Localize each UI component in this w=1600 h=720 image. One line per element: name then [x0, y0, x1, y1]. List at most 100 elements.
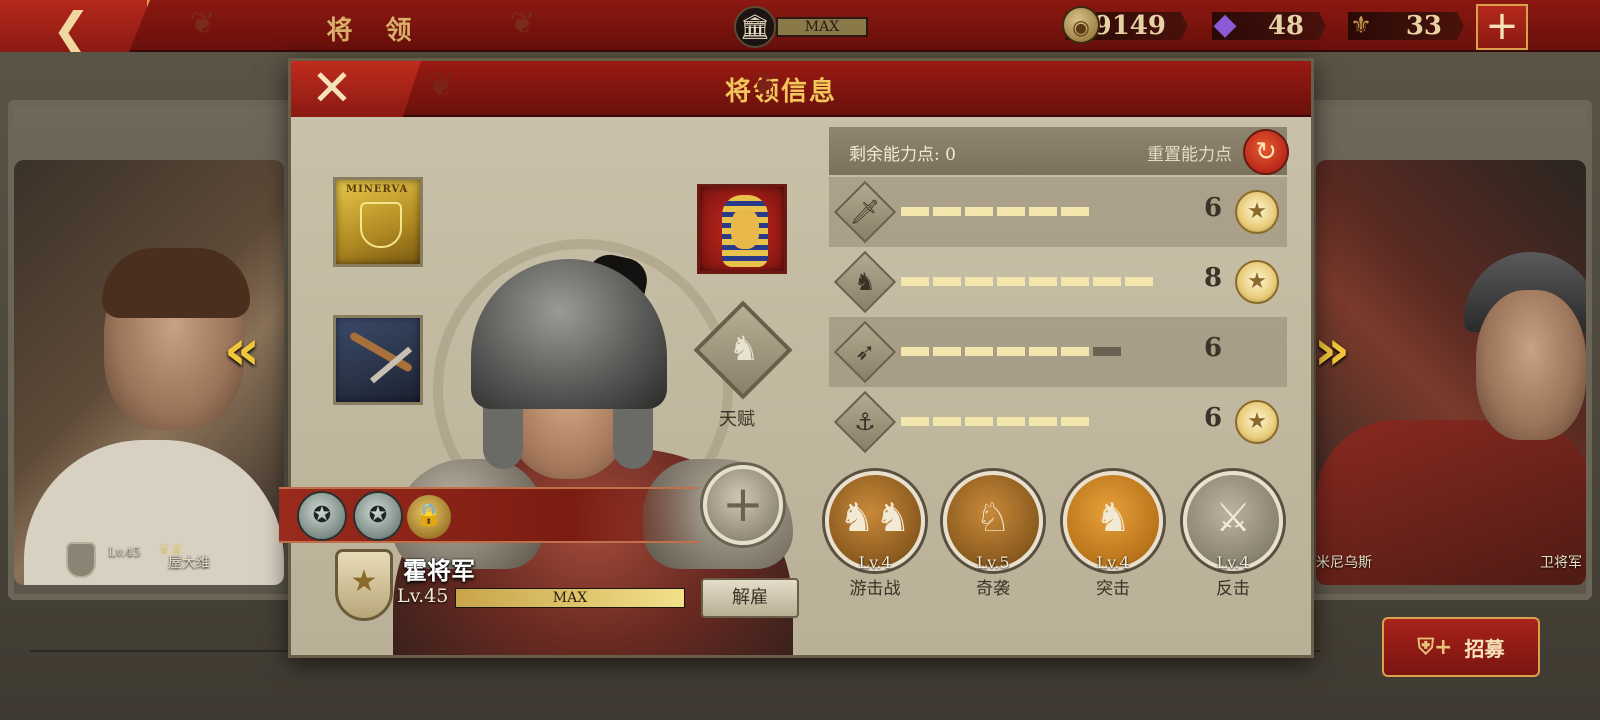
stat-bar-segment [965, 207, 993, 216]
stat-row: 🗡 6 ★ [829, 177, 1287, 247]
stat-bar-segment [1061, 417, 1089, 426]
back-button[interactable]: ❮ [0, 0, 150, 52]
stat-bar-segment [1061, 347, 1089, 356]
exp-bar: MAX [455, 588, 685, 608]
gem-icon: ◆ [1213, 7, 1237, 42]
cavalry-icon: ♘ [975, 495, 1011, 541]
horse-head-icon: ♞ [728, 329, 760, 369]
stat-bar [901, 207, 1089, 216]
stat-bar-segment [1029, 277, 1057, 286]
stat-bar-segment [933, 417, 961, 426]
rank-badge-icon: ✪ [353, 491, 403, 541]
remaining-points: 剩余能力点: 0 [849, 145, 956, 165]
skill-name: 奇袭 [976, 579, 1010, 599]
general-card-left-level: Lv.45 [108, 545, 141, 559]
stat-row: ⚓ 6 ★ [829, 387, 1287, 457]
star-laurel-icon: ★ [1235, 260, 1279, 304]
stat-bar-segment [1029, 347, 1057, 356]
banner-emblem-icon [360, 202, 402, 248]
skill-name: 突击 [1096, 579, 1130, 599]
stat-bar [901, 347, 1121, 356]
anchor-icon: ⚓ [854, 408, 876, 436]
stat-value: 6 [1203, 333, 1223, 363]
stat-row: ♞ 8 ★ [829, 247, 1287, 317]
skill-button[interactable]: ♞♞ Lv.4 游击战 [823, 471, 927, 599]
skill-button[interactable]: ♘ Lv.5 奇袭 [941, 471, 1045, 599]
page-title: 将 领 [326, 16, 424, 46]
stat-bar-segment [1125, 277, 1153, 286]
stat-bar-segment [997, 207, 1025, 216]
cavalry-icon: ♞♞ [839, 495, 911, 541]
rank-badge-icon: ✪ [297, 491, 347, 541]
stat-bar-segment [1061, 277, 1089, 286]
dismiss-button[interactable]: 解雇 [701, 578, 799, 618]
stats-panel: 剩余能力点: 0 重置能力点 ↻ 🗡 6 ★ ♞ 8 ★ ➶ 6 ⚓ 6 ★ [829, 127, 1289, 457]
skill-button[interactable]: ⚔ Lv.4 反击 [1181, 471, 1285, 599]
skill-name: 游击战 [849, 579, 901, 599]
token-value: 33 [1405, 11, 1442, 41]
stat-value: 6 [1203, 193, 1223, 223]
skill-level: Lv.4 [858, 553, 892, 572]
general-name: 霍将军 [403, 556, 475, 585]
add-resource-button[interactable]: + [1476, 4, 1528, 50]
stat-value: 6 [1203, 403, 1223, 433]
equipment-slot-crossbow[interactable] [333, 315, 423, 405]
stat-bar [901, 417, 1089, 426]
back-arrow-icon: ❮ [52, 2, 91, 56]
laurel-icon: ❦ [510, 6, 536, 41]
stat-bar [901, 277, 1153, 286]
stat-bar-segment [933, 277, 961, 286]
sword-icon: 🗡 [849, 198, 881, 226]
stat-bar-segment [1029, 207, 1057, 216]
stat-bar-segment [933, 207, 961, 216]
stat-bar-segment [965, 277, 993, 286]
stat-bar-segment [901, 277, 929, 286]
horse-icon: ♞ [854, 268, 876, 296]
talent-label: 天赋 [719, 409, 755, 430]
skill-name: 反击 [1216, 579, 1250, 599]
spqr-icon: ⚜ [1350, 11, 1372, 39]
prev-general-arrow-icon[interactable]: « [220, 320, 264, 382]
general-level: Lv.45 [397, 585, 449, 607]
stat-bar-segment [1093, 347, 1121, 356]
skill-level: Lv.4 [1216, 553, 1250, 572]
recruit-label: 招募 [1464, 636, 1505, 661]
general-card-right-name-a: 米尼乌斯 [1316, 555, 1372, 571]
stat-bar-segment [901, 347, 929, 356]
star-shield-icon: ★ [335, 549, 393, 621]
laurel-icon: ❦ [427, 65, 456, 105]
reset-points-label: 重置能力点 [1147, 145, 1232, 165]
general-card-right[interactable] [1316, 160, 1586, 585]
equipment-slot-banner[interactable]: MINERVA [333, 177, 423, 267]
stat-bar-segment [965, 347, 993, 356]
stat-bar-segment [997, 347, 1025, 356]
stat-bar-segment [901, 417, 929, 426]
lock-icon: 🔒 [407, 495, 451, 539]
equipment-slot-pharaoh[interactable] [697, 184, 787, 274]
skill-button[interactable]: ♞ Lv.4 突击 [1061, 471, 1165, 599]
stats-header: 剩余能力点: 0 重置能力点 ↻ [829, 127, 1289, 175]
building-status-bar: MAX [776, 17, 868, 37]
laurel-icon: ❦ [751, 65, 780, 105]
remaining-points-value: 0 [945, 145, 956, 165]
stat-bar-segment [965, 417, 993, 426]
add-skill-button[interactable]: + [703, 465, 783, 545]
spartan-helmet-plus-icon: ⛨+ [1417, 634, 1453, 660]
general-info-dialog: ✕ ❦ 将领信息 ❦ MINERVA ♞ 天赋 ✪ ✪ 🔒 + ★ 霍将军 Lv… [279, 58, 1314, 658]
stat-bar-segment [933, 347, 961, 356]
reset-points-button[interactable]: ↻ [1243, 129, 1289, 175]
skill-level: Lv.5 [976, 553, 1010, 572]
dialog-header: ✕ ❦ 将领信息 ❦ [291, 61, 1311, 117]
recruit-button[interactable]: ⛨+ 招募 [1382, 617, 1540, 677]
banner-text: MINERVA [346, 184, 409, 195]
stat-row: ➶ 6 [829, 317, 1287, 387]
exp-text: MAX [552, 590, 588, 606]
rank-shield-icon [66, 542, 96, 578]
skill-level: Lv.4 [1096, 553, 1130, 572]
stat-bar-segment [997, 417, 1025, 426]
next-general-arrow-icon[interactable]: » [1310, 320, 1354, 382]
close-button[interactable]: ✕ [291, 61, 421, 117]
star-laurel-icon: ★ [1235, 400, 1279, 444]
stat-bar-segment [1029, 417, 1057, 426]
building-icon[interactable]: 🏛 [734, 6, 776, 48]
